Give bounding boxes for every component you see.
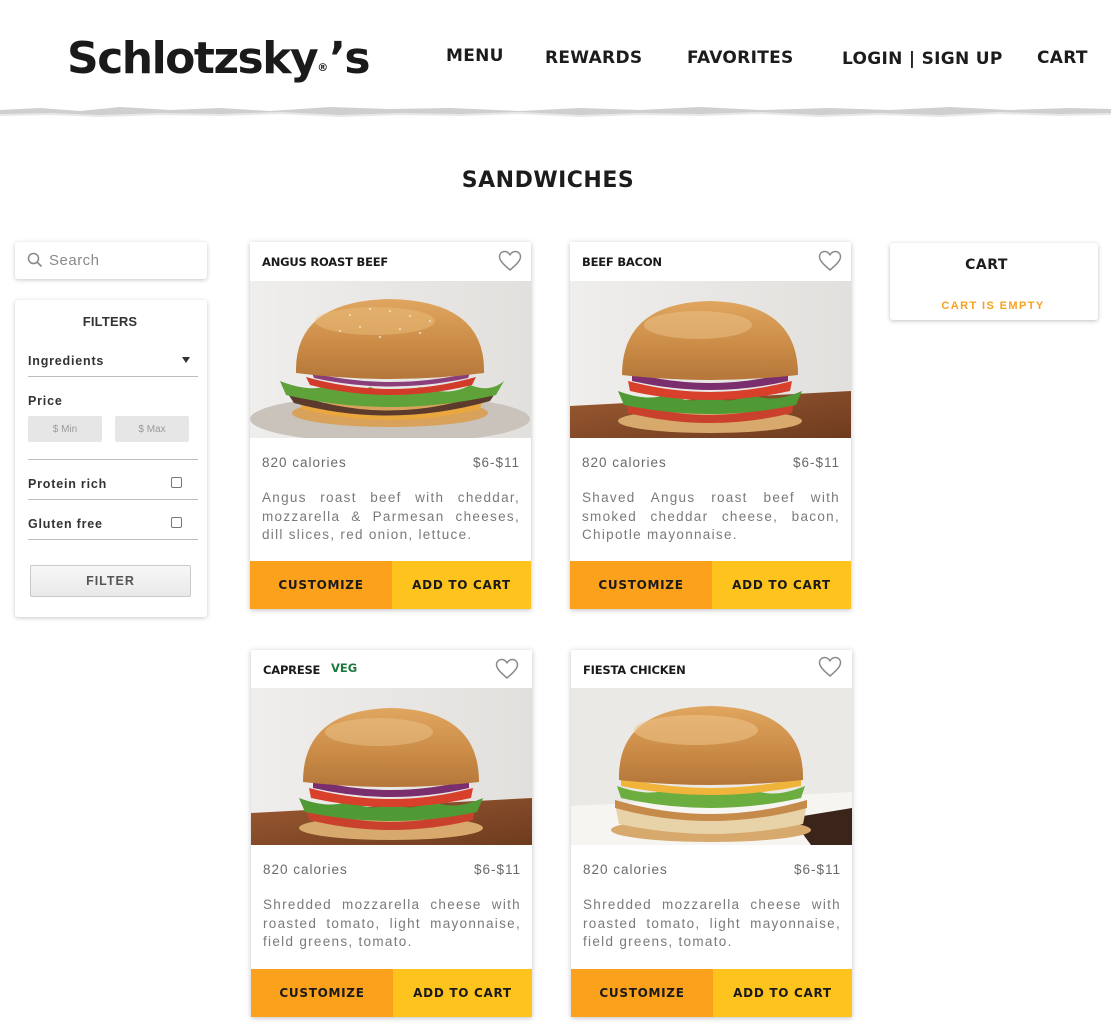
brand-logo[interactable]: Schlotzsky®’s [67, 33, 371, 93]
filter-button[interactable]: FILTER [30, 565, 191, 597]
product-name: CAPRESE [263, 663, 321, 677]
heart-icon[interactable] [495, 658, 519, 680]
customize-button[interactable]: CUSTOMIZE [250, 561, 392, 609]
product-description: Shredded mozzarella cheese with roasted … [583, 897, 841, 949]
product-card-angus-roast-beef: ANGUS ROAST BEEF 820 calories $6-$11 Ang… [250, 242, 531, 609]
brand-name: Schlotzsky [67, 33, 319, 84]
heart-icon[interactable] [498, 250, 522, 272]
brand-registered-mark: ® [317, 61, 329, 74]
cart-title: CART [965, 257, 1008, 273]
price-label: Price [28, 394, 63, 408]
heart-icon[interactable] [818, 250, 842, 272]
product-calories: 820 calories [263, 862, 348, 877]
product-name: FIESTA CHICKEN [583, 663, 686, 677]
product-image[interactable] [570, 281, 851, 438]
torn-paper-divider [0, 107, 1111, 118]
nav-menu[interactable]: MENU [446, 46, 504, 66]
product-card-beef-bacon: BEEF BACON 820 calories $6-$11 Shaved An… [570, 242, 851, 609]
add-to-cart-button[interactable]: ADD TO CART [393, 969, 532, 1017]
sandwich-photo-icon [250, 281, 531, 438]
nav-rewards[interactable]: REWARDS [545, 48, 642, 68]
search-icon [27, 252, 43, 268]
heart-icon[interactable] [818, 656, 842, 678]
product-price: $6-$11 [793, 862, 841, 877]
divider [28, 376, 198, 377]
customize-button[interactable]: CUSTOMIZE [570, 561, 712, 609]
nav-login-signup[interactable]: LOGIN | SIGN UP [842, 49, 1003, 69]
product-calories: 820 calories [262, 455, 347, 470]
search-input[interactable] [49, 248, 199, 272]
search-box [15, 242, 207, 279]
protein-rich-label: Protein rich [28, 477, 108, 491]
filters-title: FILTERS [82, 314, 138, 329]
nav-cart[interactable]: CART [1037, 48, 1088, 68]
product-calories: 820 calories [582, 455, 667, 470]
product-price: $6-$11 [792, 455, 840, 470]
cart-empty-message: CART IS EMPTY [941, 300, 1045, 312]
cart-panel: CART CART IS EMPTY [890, 243, 1098, 320]
product-description: Shaved Angus roast beef with smoked ched… [582, 490, 840, 542]
add-to-cart-button[interactable]: ADD TO CART [392, 561, 531, 609]
page-title: SANDWICHES [461, 168, 635, 193]
customize-button[interactable]: CUSTOMIZE [251, 969, 393, 1017]
price-max-input[interactable] [115, 416, 189, 442]
product-description: Shredded mozzarella cheese with roasted … [263, 897, 521, 949]
nav-favorites[interactable]: FAVORITES [687, 48, 794, 68]
product-price: $6-$11 [473, 862, 521, 877]
product-calories: 820 calories [583, 862, 668, 877]
add-to-cart-button[interactable]: ADD TO CART [712, 561, 851, 609]
product-image[interactable] [251, 688, 532, 845]
sandwich-photo-icon [570, 281, 851, 438]
ingredients-dropdown-label[interactable]: Ingredients [28, 354, 104, 368]
product-image[interactable] [571, 688, 852, 845]
protein-rich-checkbox[interactable] [171, 477, 182, 488]
divider [28, 499, 198, 500]
veg-badge: VEG [331, 661, 358, 675]
brand-suffix: ’s [329, 33, 370, 84]
gluten-free-checkbox[interactable] [171, 517, 182, 528]
sandwich-photo-icon [251, 688, 532, 845]
filters-panel: FILTERS Ingredients Price Protein rich G… [15, 300, 207, 617]
product-name: ANGUS ROAST BEEF [262, 255, 389, 269]
customize-button[interactable]: CUSTOMIZE [571, 969, 713, 1017]
product-name: BEEF BACON [582, 255, 662, 269]
product-description: Angus roast beef with cheddar, mozzarell… [262, 490, 520, 542]
sandwich-photo-icon [571, 688, 852, 845]
price-min-input[interactable] [28, 416, 102, 442]
product-price: $6-$11 [472, 455, 520, 470]
gluten-free-label: Gluten free [28, 517, 103, 531]
add-to-cart-button[interactable]: ADD TO CART [713, 969, 852, 1017]
product-card-caprese: CAPRESE VEG 820 calories $6-$11 Shredded… [251, 650, 532, 1017]
product-card-fiesta-chicken: FIESTA CHICKEN 820 calories $6-$11 Shred… [571, 650, 852, 1017]
divider [28, 539, 198, 540]
product-image[interactable] [250, 281, 531, 438]
divider [28, 459, 198, 460]
chevron-down-icon[interactable] [182, 357, 190, 363]
